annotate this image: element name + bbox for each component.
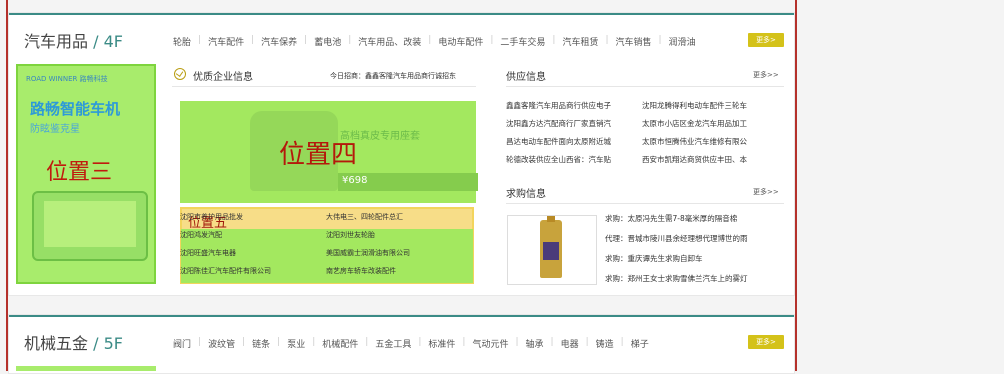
divider <box>172 86 476 87</box>
floor-divider <box>9 13 794 15</box>
supply-title: 供应信息 <box>506 72 546 83</box>
banner-subline: 防眩鉴克星 <box>30 124 80 135</box>
company-link[interactable]: 大伟电三、四轮配件总汇 <box>326 212 472 230</box>
category-link[interactable]: 电动车配件 <box>431 35 490 48</box>
supply-link[interactable]: 轮德改装供应全山西省：汽车贴 <box>506 154 642 172</box>
supply-row: 沈阳鑫方达汽配商行厂家直销汽 太原市小店区金龙汽车用品加工 <box>506 118 786 136</box>
category-link[interactable]: 轴承 <box>519 337 551 350</box>
floor-4f-more-button[interactable]: 更多> <box>748 33 784 47</box>
position-4-label: 位置四 <box>279 140 358 170</box>
supply-link[interactable]: 沈阳鑫方达汽配商行厂家直销汽 <box>506 118 642 136</box>
category-link[interactable]: 汽车租赁 <box>555 35 605 48</box>
buy-link[interactable]: 求购：重庆谭先生求购自卸车 <box>605 253 748 273</box>
floor-slash: / <box>93 334 99 353</box>
company-row: 沈阳旺盛汽车电器 美国威霸士润滑油有限公司 <box>180 248 472 266</box>
quality-enterprise-title: 优质企业信息 <box>193 72 253 83</box>
supply-row: 昌达电动车配件面向太原附近城 太原市恒腾伟业汽车维修有限公 <box>506 136 786 154</box>
category-link[interactable]: 蓄电池 <box>307 35 348 48</box>
category-link[interactable]: 润滑油 <box>662 35 703 48</box>
banner-headline: 路畅智能车机 <box>30 100 121 118</box>
company-link[interactable]: 沈阳陈佳汇汽车配件有限公司 <box>180 266 326 284</box>
category-link[interactable]: 泵业 <box>280 337 312 350</box>
floor-5f-banner[interactable] <box>16 366 156 371</box>
floor-divider <box>9 315 794 317</box>
buy-list: 求购：太原冯先生需7-8毫米厚的隔音棉 代理：晋城市陵川县余经理想代理博世的雨 求购… <box>605 213 748 293</box>
car-device-image <box>32 191 148 261</box>
check-circle-icon <box>174 68 186 80</box>
company-link[interactable]: 沈阳旺盛汽车电器 <box>180 248 326 266</box>
category-link[interactable]: 五金工具 <box>368 337 418 350</box>
category-link[interactable]: 阀门 <box>166 337 198 350</box>
supply-link[interactable]: 西安市凯翔达商贸供应丰田、本 <box>642 154 778 172</box>
floor-4f-title: 汽车用品 / 4F <box>24 28 123 52</box>
category-link[interactable]: 链条 <box>245 337 277 350</box>
bottle-icon <box>540 216 562 278</box>
floor-4f-categories: 轮胎 | 汽车配件 | 汽车保养 | 蓄电池 | 汽车用品、改装 | 电动车配件 | 二手车交易 | 汽车租… <box>166 35 703 48</box>
company-row: 沈阳鸿发汽配 沈阳刘世友轮胎 <box>180 230 472 248</box>
supply-link[interactable]: 沈阳龙腾得利电动车配件三轮车 <box>642 100 778 118</box>
floor-5f-categories: 阀门 | 波纹管 | 链条 | 泵业 | 机械配件 | 五金工具 | 标准件 | 气动元件 | 轴承 | 电器 | 铸造… <box>166 337 656 350</box>
position-3-label: 位置三 <box>46 160 113 185</box>
floor-title-text: 汽车用品 <box>24 32 89 51</box>
category-link[interactable]: 汽车用品、改装 <box>351 35 428 48</box>
category-link[interactable]: 汽车配件 <box>201 35 251 48</box>
company-link[interactable]: 美国威霸士润滑油有限公司 <box>326 248 472 266</box>
today-recruit-link[interactable]: 今日招商：鑫鑫客隆汽车用品商行诚招东 <box>330 71 456 81</box>
floor-title-text: 机械五金 <box>24 334 89 353</box>
company-link[interactable]: 南艺房车轿车改装配件 <box>326 266 472 284</box>
banner-position-3[interactable]: ROAD WINNER 路畅科技 路畅智能车机 防眩鉴克星 位置三 <box>16 64 156 284</box>
category-link[interactable]: 电器 <box>554 337 586 350</box>
category-link[interactable]: 二手车交易 <box>493 35 552 48</box>
category-link[interactable]: 汽车保养 <box>254 35 304 48</box>
supply-list: 鑫鑫客隆汽车用品商行供应电子 沈阳龙腾得利电动车配件三轮车 沈阳鑫方达汽配商行厂家直… <box>506 100 786 172</box>
company-list: 沈阳市养护用品批发 大伟电三、四轮配件总汇 沈阳鸿发汽配 沈阳刘世友轮胎 沈阳旺盛汽车电… <box>180 212 472 284</box>
floor-5f-more-button[interactable]: 更多> <box>748 335 784 349</box>
buy-more-link[interactable]: 更多>> <box>753 187 779 197</box>
price-bar: ¥698 <box>338 173 478 191</box>
company-link[interactable]: 沈阳鸿发汽配 <box>180 230 326 248</box>
supply-link[interactable]: 昌达电动车配件面向太原附近城 <box>506 136 642 154</box>
supply-link[interactable]: 太原市恒腾伟业汽车维修有限公 <box>642 136 778 154</box>
buy-link[interactable]: 代理：晋城市陵川县余经理想代理博世的雨 <box>605 233 748 253</box>
company-link[interactable]: 沈阳刘世友轮胎 <box>326 230 472 248</box>
divider <box>506 203 784 204</box>
oil-bottle-image[interactable] <box>507 215 597 285</box>
supply-more-link[interactable]: 更多>> <box>753 70 779 80</box>
company-link[interactable]: 沈阳市养护用品批发 <box>180 212 326 230</box>
floor-number: 5F <box>103 334 123 353</box>
category-link[interactable]: 气动元件 <box>465 337 515 350</box>
banner-brand: ROAD WINNER 路畅科技 <box>26 75 108 83</box>
category-link[interactable]: 机械配件 <box>315 337 365 350</box>
floor-5f-title: 机械五金 / 5F <box>24 330 123 354</box>
category-link[interactable]: 标准件 <box>421 337 462 350</box>
company-row: 沈阳陈佳汇汽车配件有限公司 南艺房车轿车改装配件 <box>180 266 472 284</box>
category-link[interactable]: 铸造 <box>589 337 621 350</box>
buy-link[interactable]: 求购：太原冯先生需7-8毫米厚的隔音棉 <box>605 213 748 233</box>
supply-row: 鑫鑫客隆汽车用品商行供应电子 沈阳龙腾得利电动车配件三轮车 <box>506 100 786 118</box>
buy-title: 求购信息 <box>506 189 546 200</box>
supply-row: 轮德改装供应全山西省：汽车贴 西安市凯翔达商贸供应丰田、本 <box>506 154 786 172</box>
divider <box>506 86 784 87</box>
floor-number: 4F <box>103 32 123 51</box>
company-row: 沈阳市养护用品批发 大伟电三、四轮配件总汇 <box>180 212 472 230</box>
price: ¥698 <box>342 175 368 186</box>
supply-link[interactable]: 太原市小店区金龙汽车用品加工 <box>642 118 778 136</box>
buy-link[interactable]: 求购：郑州王女士求购雪佛兰汽车上的雾灯 <box>605 273 748 293</box>
floor-slash: / <box>93 32 99 51</box>
category-link[interactable]: 梯子 <box>624 337 656 350</box>
category-link[interactable]: 波纹管 <box>201 337 242 350</box>
supply-link[interactable]: 鑫鑫客隆汽车用品商行供应电子 <box>506 100 642 118</box>
category-link[interactable]: 轮胎 <box>166 35 198 48</box>
category-link[interactable]: 汽车销售 <box>609 35 659 48</box>
